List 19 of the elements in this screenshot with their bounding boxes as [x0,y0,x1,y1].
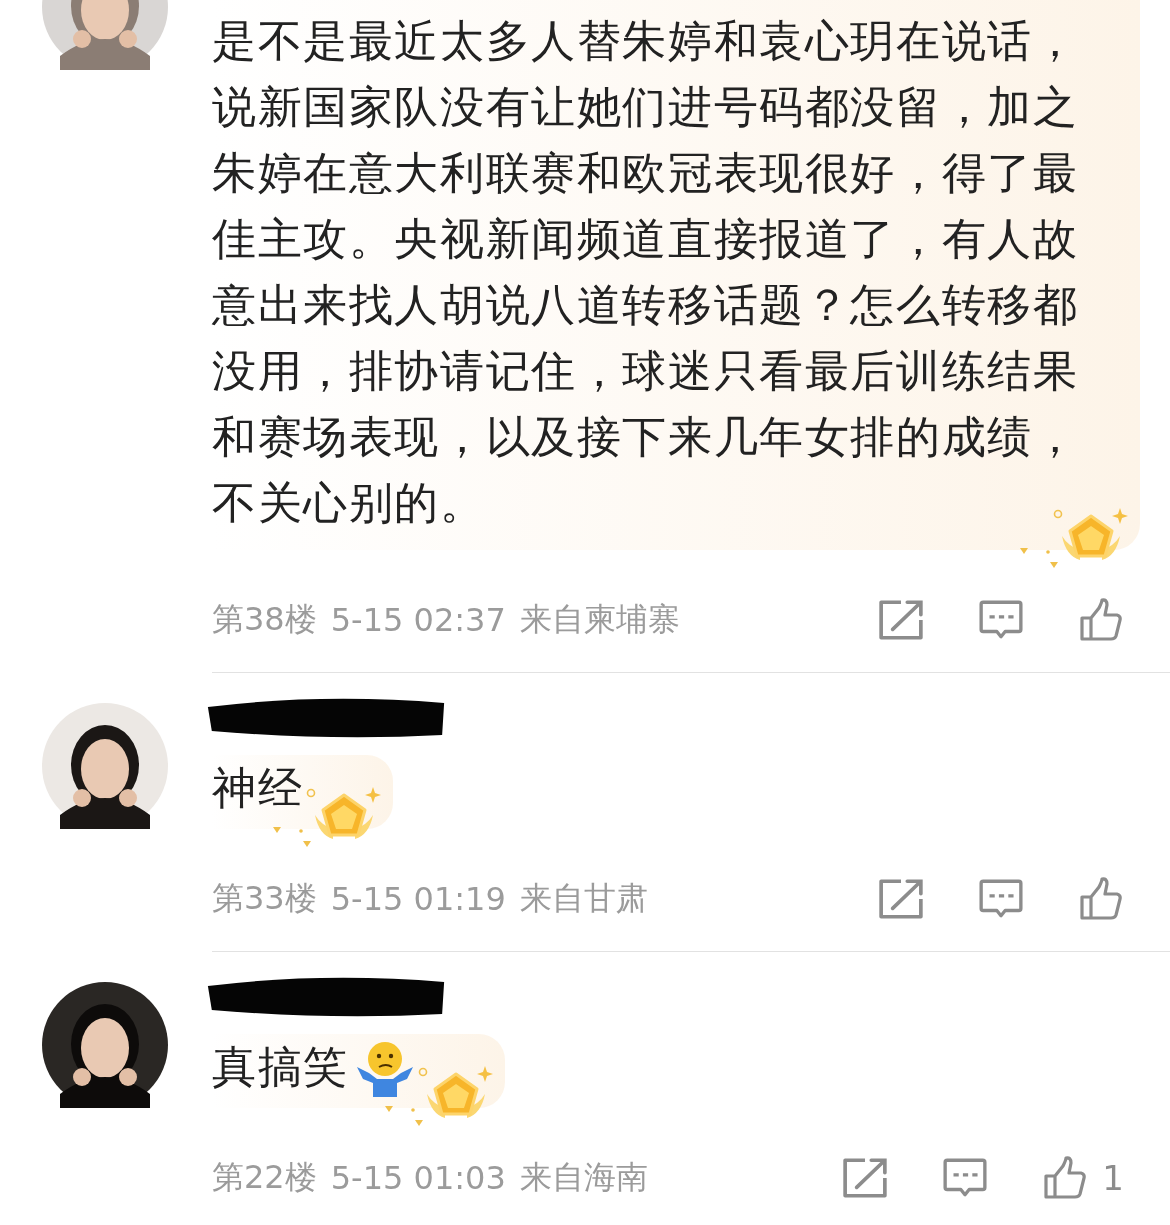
location: 来自甘肃 [519,878,648,919]
timestamp: 5-15 01:03 [330,1159,506,1197]
timestamp: 5-15 02:37 [330,601,506,639]
thumbs-up-icon[interactable] [1078,598,1124,642]
timestamp: 5-15 01:19 [330,880,506,918]
location: 来自柬埔寨 [519,599,680,640]
comment-text: 真搞笑 [212,1040,349,1094]
comment-text: 是不是最近太多人替朱婷和袁心玥在说话，说新国家队没有让她们进号码都没留，加之朱婷在意大利联赛和欧冠表现很好，得了最佳主攻。央视新闻频道直接报道了，有人故意出来找人胡说八道转移话题？怎么转移都没用，排协请记住，球迷只看最后训练结果和赛场表现，以及接下来几年女排的成绩，不关心别的。 [212,14,1080,530]
thumbs-up-icon[interactable] [1042,1156,1089,1200]
like-count: 1 [1102,1158,1124,1198]
floor-number: 第38楼 [212,599,317,640]
share-icon[interactable] [878,598,924,642]
floor-number: 第33楼 [212,878,317,919]
comment-text: 神经 [212,761,304,815]
thumbs-up-icon[interactable] [1078,877,1124,921]
share-icon[interactable] [842,1156,889,1200]
floor-number: 第22楼 [212,1157,317,1198]
location: 来自海南 [519,1157,648,1198]
share-icon[interactable] [878,877,924,921]
